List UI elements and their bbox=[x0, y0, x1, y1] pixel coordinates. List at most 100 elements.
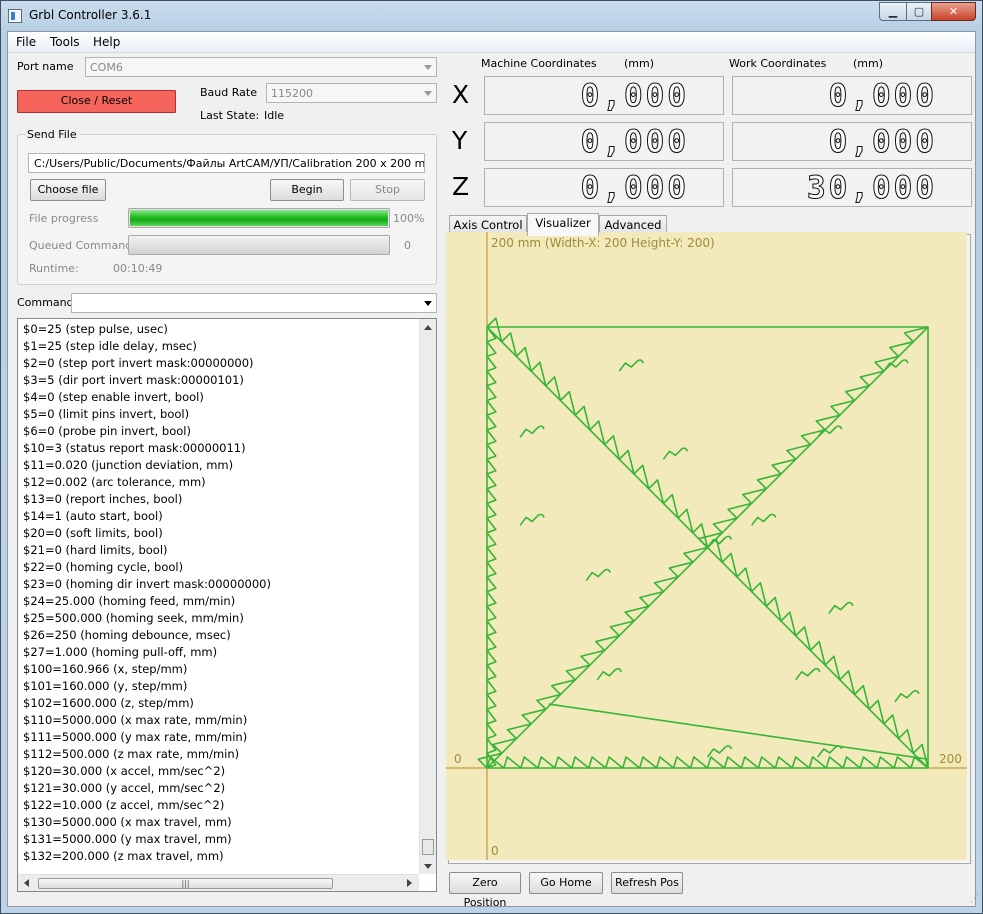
console-line: $130=5000.000 (x max travel, mm) bbox=[23, 815, 232, 829]
refresh-pos-button[interactable]: Refresh Pos bbox=[611, 872, 683, 894]
vertical-scroll-thumb[interactable] bbox=[422, 839, 434, 855]
machine-y-value: 0,000 bbox=[580, 124, 689, 160]
console-line: $27=1.000 (homing pull-off, mm) bbox=[23, 645, 218, 659]
command-label: Command bbox=[17, 296, 74, 309]
x-min-label: 0 bbox=[454, 752, 462, 766]
console-line: $22=0 (homing cycle, bool) bbox=[23, 560, 184, 574]
console-line: $25=500.000 (homing seek, mm/min) bbox=[23, 611, 244, 625]
console-line: $0=25 (step pulse, usec) bbox=[23, 322, 168, 336]
last-state-value: Idle bbox=[264, 109, 285, 122]
window-title: Grbl Controller 3.6.1 bbox=[29, 8, 152, 22]
vertical-scrollbar[interactable] bbox=[419, 319, 436, 874]
machine-z-display: 0,000 bbox=[484, 168, 724, 207]
queued-commands-label: Queued Commands bbox=[29, 239, 138, 252]
resize-grip-icon[interactable]: ⋰ bbox=[970, 894, 979, 904]
console-line: $26=250 (homing debounce, msec) bbox=[23, 628, 231, 642]
file-path-field[interactable]: C:/Users/Public/Documents/Файлы ArtCAM/У… bbox=[28, 153, 425, 173]
scroll-down-icon[interactable] bbox=[424, 864, 432, 869]
horizontal-scrollbar[interactable]: ||| bbox=[18, 874, 419, 891]
work-z-value: 30,000 bbox=[807, 170, 937, 206]
queued-commands-value: 0 bbox=[404, 239, 411, 252]
close-window-button[interactable]: ✕ bbox=[931, 2, 976, 21]
axis-z-label: Z bbox=[452, 172, 470, 201]
console-line: $2=0 (step port invert mask:00000000) bbox=[23, 356, 254, 370]
work-y-display: 0,000 bbox=[732, 122, 972, 161]
console-line: $23=0 (homing dir invert mask:00000000) bbox=[23, 577, 271, 591]
y-min-label: 0 bbox=[491, 844, 499, 858]
menu-bar: File Tools Help bbox=[8, 32, 975, 53]
console-line: $6=0 (probe pin invert, bool) bbox=[23, 424, 191, 438]
zero-position-button[interactable]: Zero Position bbox=[449, 872, 521, 909]
scroll-up-icon[interactable] bbox=[424, 325, 432, 330]
maximize-button[interactable]: ▢ bbox=[906, 2, 932, 21]
console-lines: $0=25 (step pulse, usec) $1=25 (step idle… bbox=[23, 321, 271, 865]
console-line: $20=0 (soft limits, bool) bbox=[23, 526, 163, 540]
console-line: $111=5000.000 (y max rate, mm/min) bbox=[23, 730, 248, 744]
axis-y-label: Y bbox=[452, 126, 468, 155]
console-line: $112=500.000 (z max rate, mm/min) bbox=[23, 747, 240, 761]
console-line: $4=0 (step enable invert, bool) bbox=[23, 390, 204, 404]
console-line: $102=1600.000 (z, step/mm) bbox=[23, 696, 194, 710]
axis-x-label: X bbox=[452, 80, 470, 109]
baud-rate-value: 115200 bbox=[271, 87, 313, 100]
queued-commands-bar bbox=[128, 235, 390, 255]
console-line: $122=10.000 (z accel, mm/sec^2) bbox=[23, 798, 225, 812]
visualizer-canvas[interactable]: 200 mm (Width-X: 200 Height-Y: 200) 0 200 0 bbox=[446, 232, 967, 860]
baud-rate-label: Baud Rate bbox=[200, 86, 257, 99]
console-line: $10=3 (status report mask:00000011) bbox=[23, 441, 246, 455]
console-line: $121=30.000 (y accel, mm/sec^2) bbox=[23, 781, 226, 795]
visualizer-header: 200 mm (Width-X: 200 Height-Y: 200) bbox=[491, 236, 715, 250]
scroll-right-icon[interactable] bbox=[407, 879, 412, 887]
scroll-left-icon[interactable] bbox=[24, 879, 29, 887]
machine-y-display: 0,000 bbox=[484, 122, 724, 161]
app-icon bbox=[8, 9, 22, 23]
console-line: $131=5000.000 (y max travel, mm) bbox=[23, 832, 232, 846]
title-bar[interactable]: Grbl Controller 3.6.1 ▁ ▢ ✕ bbox=[1, 1, 982, 31]
console-line: $12=0.002 (arc tolerance, mm) bbox=[23, 475, 206, 489]
port-select[interactable]: COM6 bbox=[85, 57, 437, 77]
choose-file-button[interactable]: Choose file bbox=[30, 179, 106, 201]
work-y-value: 0,000 bbox=[828, 124, 937, 160]
send-file-label: Send File bbox=[25, 128, 79, 141]
runtime-value: 00:10:49 bbox=[113, 262, 163, 275]
x-max-label: 200 bbox=[939, 752, 962, 766]
console-line: $120=30.000 (x accel, mm/sec^2) bbox=[23, 764, 226, 778]
menu-tools[interactable]: Tools bbox=[50, 35, 80, 49]
tab-visualizer[interactable]: Visualizer bbox=[527, 213, 599, 236]
minimize-button[interactable]: ▁ bbox=[879, 2, 907, 21]
console-line: $11=0.020 (junction deviation, mm) bbox=[23, 458, 234, 472]
console-line: $14=1 (auto start, bool) bbox=[23, 509, 163, 523]
chevron-down-icon bbox=[424, 301, 432, 306]
file-progress-percent: 100% bbox=[393, 212, 425, 225]
runtime-label: Runtime: bbox=[29, 262, 79, 275]
work-coordinates-label: Work Coordinates bbox=[729, 57, 827, 70]
file-progress-label: File progress bbox=[29, 212, 99, 225]
work-x-value: 0,000 bbox=[828, 78, 937, 114]
console-line: $100=160.966 (x, step/mm) bbox=[23, 662, 188, 676]
console-line: $21=0 (hard limits, bool) bbox=[23, 543, 168, 557]
begin-button[interactable]: Begin bbox=[270, 179, 344, 201]
port-value: COM6 bbox=[90, 61, 123, 74]
console-line: $24=25.000 (homing feed, mm/min) bbox=[23, 594, 236, 608]
file-progress-fill bbox=[130, 210, 388, 226]
console-line: $110=5000.000 (x max rate, mm/min) bbox=[23, 713, 248, 727]
machine-unit-label: (mm) bbox=[624, 57, 655, 70]
console-line: $13=0 (report inches, bool) bbox=[23, 492, 183, 506]
console-output[interactable]: $0=25 (step pulse, usec) $1=25 (step idle… bbox=[17, 318, 437, 892]
machine-coordinates-label: Machine Coordinates bbox=[481, 57, 597, 70]
horizontal-scroll-thumb[interactable]: ||| bbox=[38, 878, 333, 889]
menu-help[interactable]: Help bbox=[93, 35, 120, 49]
chevron-down-icon bbox=[424, 91, 432, 96]
command-input[interactable] bbox=[71, 293, 437, 313]
close-reset-button[interactable]: Close / Reset bbox=[17, 90, 176, 113]
machine-x-display: 0,000 bbox=[484, 76, 724, 115]
menu-file[interactable]: File bbox=[16, 35, 36, 49]
go-home-button[interactable]: Go Home bbox=[529, 872, 603, 894]
console-line: $101=160.000 (y, step/mm) bbox=[23, 679, 188, 693]
port-name-label: Port name bbox=[17, 60, 74, 73]
console-line: $5=0 (limit pins invert, bool) bbox=[23, 407, 190, 421]
stop-button[interactable]: Stop bbox=[350, 179, 425, 201]
machine-x-value: 0,000 bbox=[580, 78, 689, 114]
work-x-display: 0,000 bbox=[732, 76, 972, 115]
baud-rate-select[interactable]: 115200 bbox=[266, 83, 437, 103]
